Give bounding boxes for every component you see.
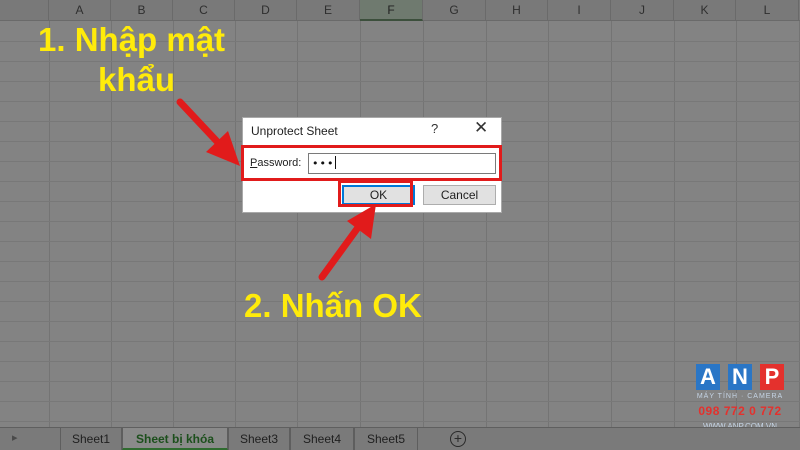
help-icon[interactable]: ? [431, 121, 438, 136]
grid-row-line [0, 281, 800, 282]
column-header-j[interactable]: J [611, 0, 674, 21]
grid-row-line [0, 101, 800, 102]
anp-logo: A N P MÁY TÍNH · CAMERA 098 772 0 772 WW… [690, 364, 790, 434]
grid-row-line [0, 241, 800, 242]
column-header-a[interactable]: A [49, 0, 111, 21]
ok-highlight-box [338, 180, 413, 207]
logo-letter-p: P [760, 364, 784, 390]
column-header-f[interactable]: F [360, 0, 423, 21]
column-header-d[interactable]: D [235, 0, 297, 21]
grid-row-line [0, 341, 800, 342]
sheet-tab-bar: ▸ Sheet1 Sheet bị khóa Sheet3 Sheet4 She… [0, 427, 800, 450]
grid-row-line [0, 221, 800, 222]
step1-instruction: 1. Nhập mật khẩu [38, 20, 268, 100]
logo-tagline: MÁY TÍNH · CAMERA [696, 393, 784, 400]
column-header-e[interactable]: E [297, 0, 360, 21]
column-header-k[interactable]: K [674, 0, 736, 21]
tab-sheet4[interactable]: Sheet4 [290, 428, 354, 450]
grid-row-line [0, 421, 800, 422]
grid-row-line [0, 361, 800, 362]
column-header-c[interactable]: C [173, 0, 235, 21]
step1-line2: khẩu [98, 61, 176, 98]
cancel-button[interactable]: Cancel [423, 185, 496, 205]
grid-row-line [0, 261, 800, 262]
grid-row-line [0, 401, 800, 402]
tab-sheet1[interactable]: Sheet1 [60, 428, 122, 450]
tab-sheet-bi-khoa[interactable]: Sheet bị khóa [122, 428, 228, 450]
column-header-g[interactable]: G [423, 0, 486, 21]
logo-phone: 098 772 0 772 [698, 404, 782, 418]
logo-letter-n: N [728, 364, 752, 390]
tab-sheet3[interactable]: Sheet3 [228, 428, 290, 450]
column-header-b[interactable]: B [111, 0, 173, 21]
add-sheet-icon[interactable]: + [450, 431, 466, 447]
step2-instruction: 2. Nhấn OK [244, 287, 422, 324]
column-header-l[interactable]: L [736, 0, 799, 21]
close-icon[interactable]: ✕ [474, 118, 488, 138]
logo-letter-a: A [696, 364, 720, 390]
tab-sheet5[interactable]: Sheet5 [354, 428, 418, 450]
column-header-h[interactable]: H [486, 0, 548, 21]
password-highlight-box [241, 145, 502, 181]
grid-row-line [0, 381, 800, 382]
column-header-i[interactable]: I [548, 0, 611, 21]
column-header-bar: A B C D E F G H I J K L M [0, 0, 800, 21]
step1-line1: 1. Nhập mật [38, 21, 226, 58]
tab-scroll-arrow-icon[interactable]: ▸ [12, 431, 18, 444]
select-all-corner[interactable] [0, 0, 49, 21]
dialog-title: Unprotect Sheet [251, 124, 338, 138]
